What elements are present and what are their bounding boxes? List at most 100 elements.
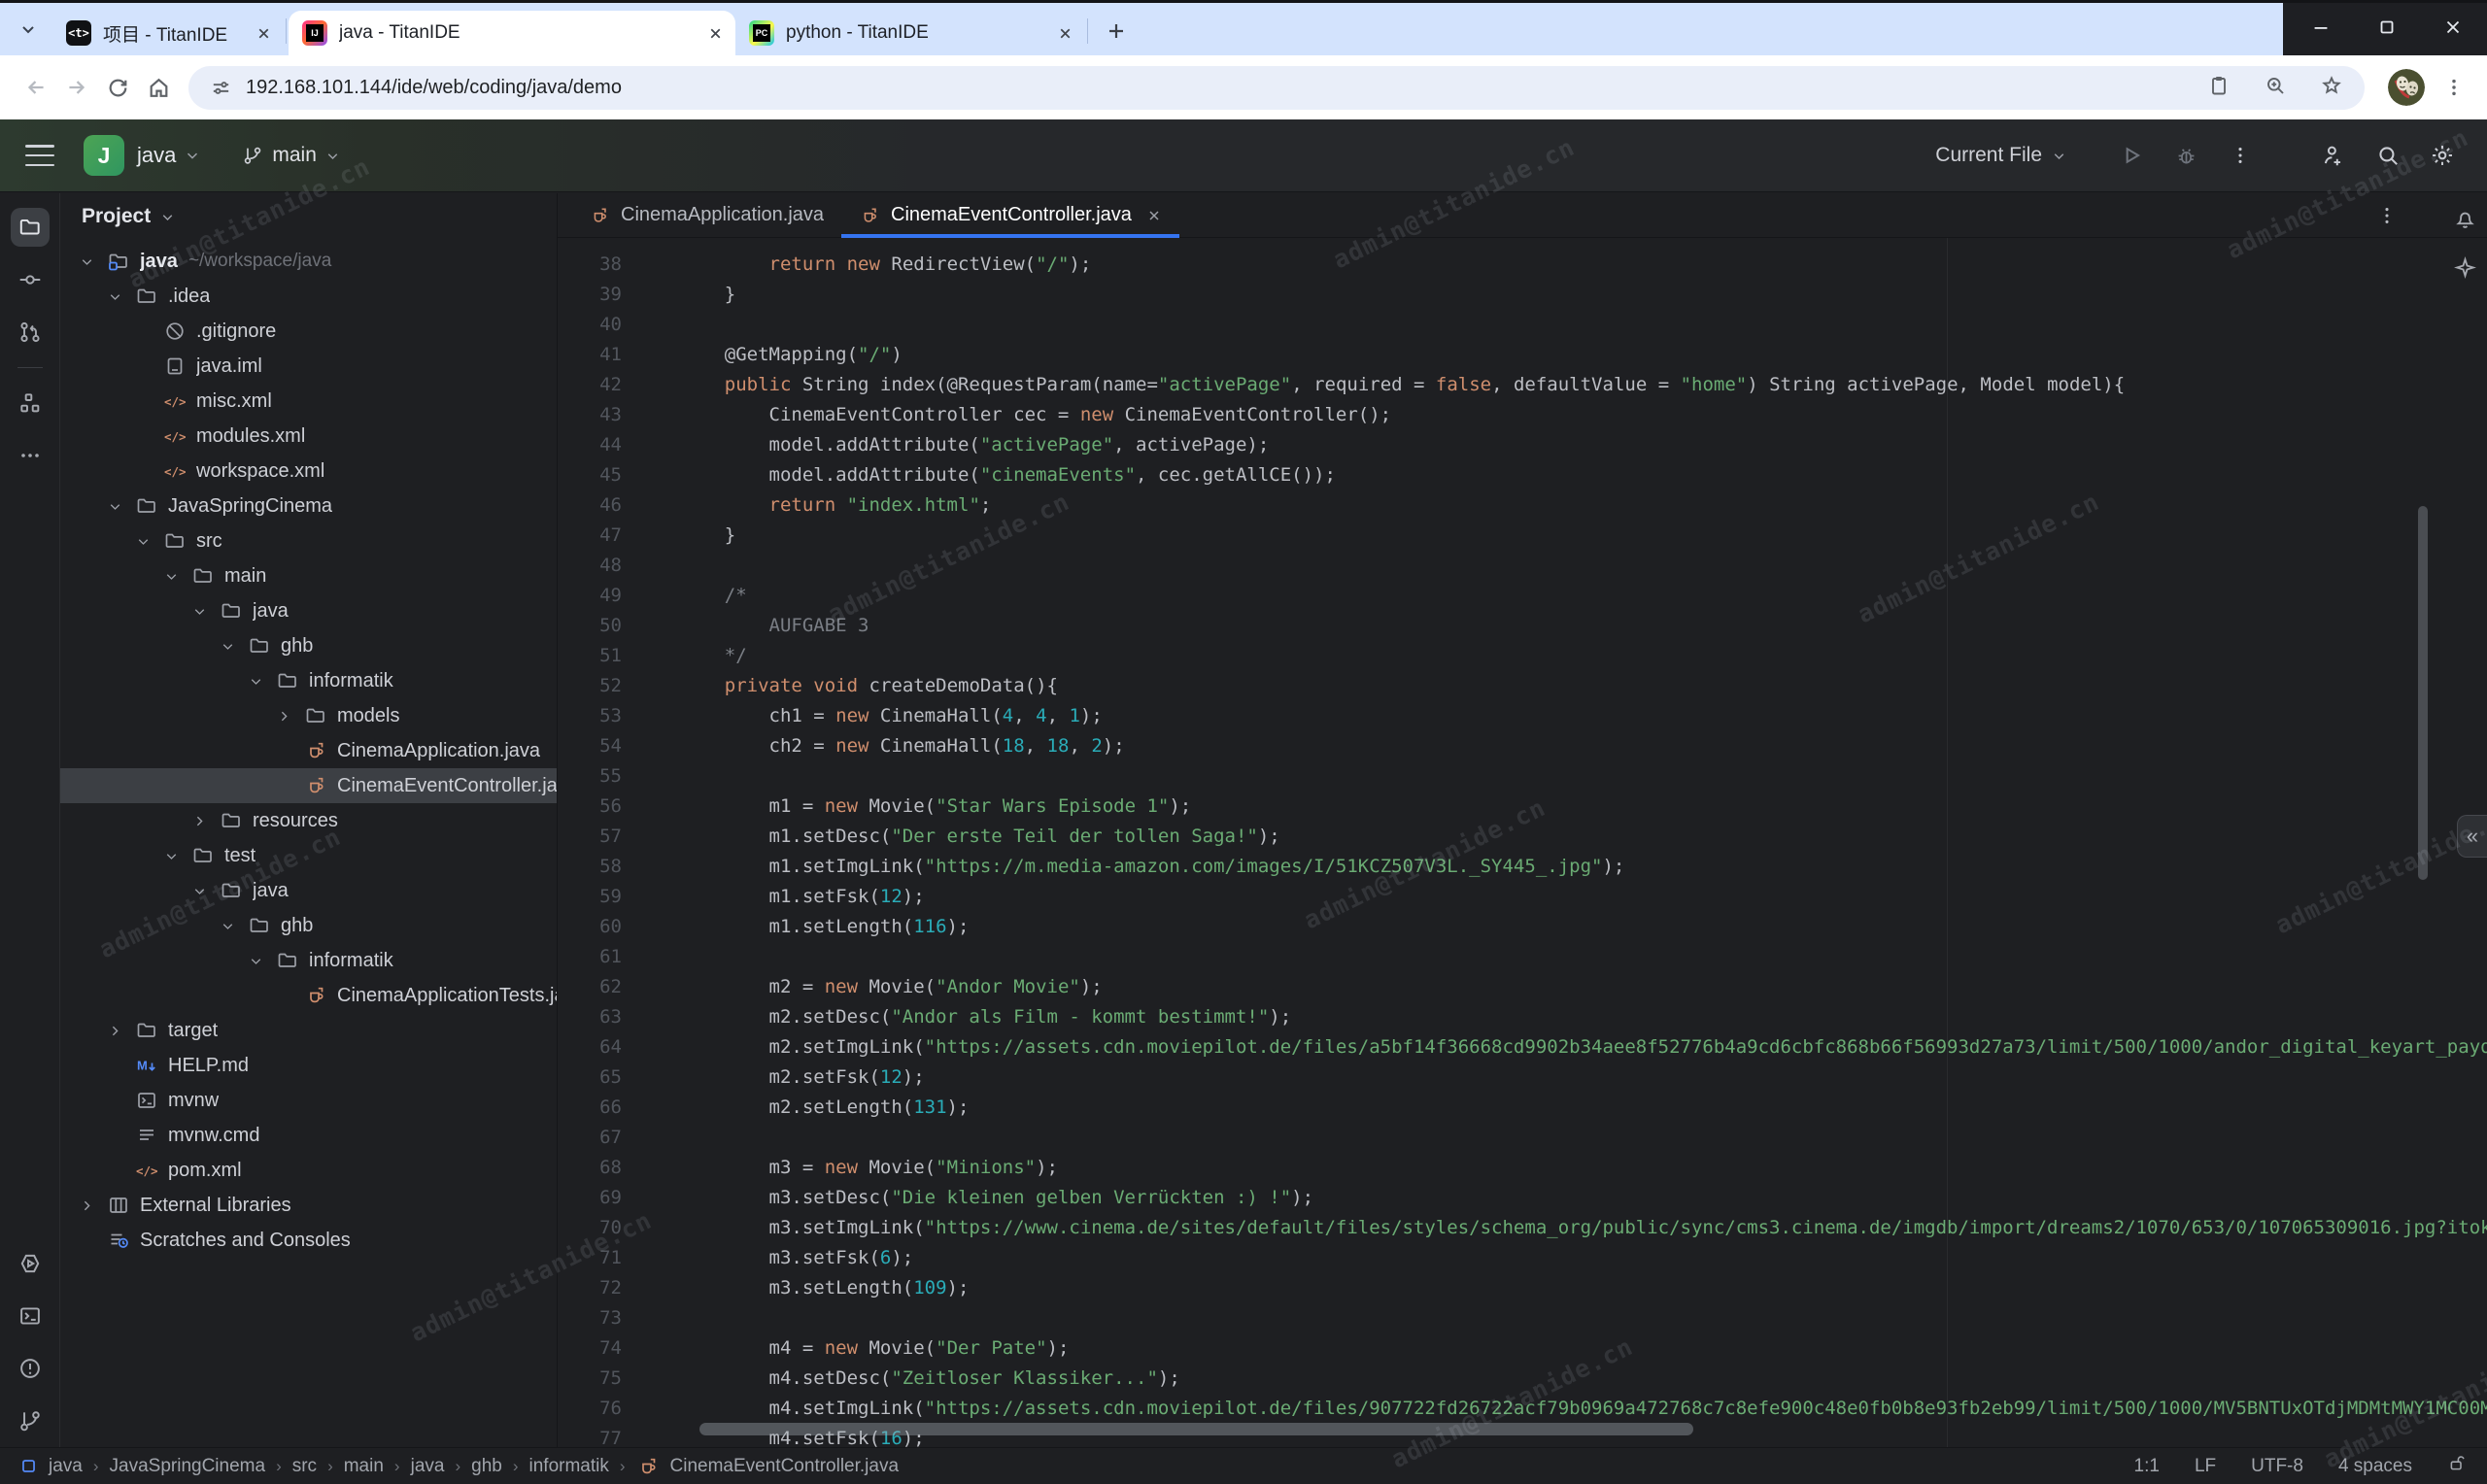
- code-line-41[interactable]: 41 @GetMapping("/"): [558, 340, 2487, 370]
- line-number[interactable]: 63: [558, 1002, 622, 1032]
- line-number[interactable]: 66: [558, 1093, 622, 1123]
- url-text[interactable]: 192.168.101.144/ide/web/coding/java/demo: [246, 77, 622, 99]
- lock-open-icon[interactable]: [2447, 1453, 2468, 1479]
- file-encoding[interactable]: UTF-8: [2251, 1456, 2303, 1477]
- line-number[interactable]: 38: [558, 250, 622, 280]
- tab-close-icon[interactable]: [707, 25, 724, 42]
- chevron-down-icon[interactable]: [184, 147, 201, 164]
- line-number[interactable]: 53: [558, 701, 622, 731]
- line-number[interactable]: 43: [558, 400, 622, 430]
- tree-item-test[interactable]: test: [60, 838, 557, 873]
- chevron-down-icon[interactable]: [74, 249, 99, 274]
- code-line-72[interactable]: 72 m3.setLength(109);: [558, 1273, 2487, 1303]
- tree-item-pom-xml[interactable]: </>pom.xml: [60, 1153, 557, 1188]
- tree-item-models[interactable]: models: [60, 698, 557, 733]
- code-line-38[interactable]: 38 return new RedirectView("/");: [558, 250, 2487, 280]
- code-line-50[interactable]: 50 AUFGABE 3: [558, 611, 2487, 641]
- code-line-61[interactable]: 61: [558, 942, 2487, 972]
- line-number[interactable]: 62: [558, 972, 622, 1002]
- line-number[interactable]: 44: [558, 430, 622, 460]
- line-number[interactable]: 39: [558, 280, 622, 310]
- code-line-73[interactable]: 73: [558, 1303, 2487, 1333]
- breadcrumb-item[interactable]: main: [344, 1456, 384, 1477]
- chevron-right-icon[interactable]: [271, 703, 296, 728]
- indent-style[interactable]: 4 spaces: [2338, 1456, 2412, 1477]
- tree-item-java[interactable]: java: [60, 873, 557, 908]
- code-line-66[interactable]: 66 m2.setLength(131);: [558, 1093, 2487, 1123]
- line-number[interactable]: 40: [558, 310, 622, 340]
- clipboard-icon[interactable]: [2207, 74, 2231, 102]
- run-button[interactable]: [2112, 136, 2151, 175]
- code-line-57[interactable]: 57 m1.setDesc("Der erste Teil der tollen…: [558, 822, 2487, 852]
- code-line-63[interactable]: 63 m2.setDesc("Andor als Film - kommt be…: [558, 1002, 2487, 1032]
- tree-item-target[interactable]: target: [60, 1013, 557, 1048]
- chevron-down-icon[interactable]: [158, 843, 184, 868]
- code-line-76[interactable]: 76 m4.setImgLink("https://assets.cdn.mov…: [558, 1394, 2487, 1424]
- chevron-down-icon[interactable]: [243, 668, 268, 693]
- version-control-tool-button[interactable]: [11, 1401, 50, 1440]
- line-number[interactable]: 60: [558, 912, 622, 942]
- chevron-down-icon[interactable]: [187, 598, 212, 624]
- line-number[interactable]: 49: [558, 581, 622, 611]
- editor-tab-options-icon[interactable]: [2376, 193, 2398, 237]
- commit-tool-button[interactable]: [11, 260, 50, 299]
- breadcrumb-item[interactable]: java: [411, 1456, 445, 1477]
- breadcrumb-item[interactable]: java: [49, 1456, 83, 1477]
- line-number[interactable]: 41: [558, 340, 622, 370]
- reload-button[interactable]: [97, 67, 138, 108]
- back-button[interactable]: [16, 67, 56, 108]
- browser-tab-java[interactable]: IJ java - TitanIDE: [289, 11, 735, 55]
- code-line-74[interactable]: 74 m4 = new Movie("Der Pate");: [558, 1333, 2487, 1364]
- search-everywhere-button[interactable]: [2368, 136, 2407, 175]
- code-line-51[interactable]: 51 */: [558, 641, 2487, 671]
- code-line-65[interactable]: 65 m2.setFsk(12);: [558, 1062, 2487, 1093]
- new-tab-button[interactable]: [1100, 15, 1133, 48]
- project-tool-button[interactable]: [11, 208, 50, 247]
- code-line-55[interactable]: 55: [558, 761, 2487, 792]
- tree-item-main[interactable]: main: [60, 558, 557, 593]
- vcs-branch-widget[interactable]: main: [242, 144, 341, 167]
- settings-button[interactable]: [2423, 136, 2462, 175]
- line-number[interactable]: 73: [558, 1303, 622, 1333]
- tree-item-informatik[interactable]: informatik: [60, 943, 557, 978]
- code-line-53[interactable]: 53 ch1 = new CinemaHall(4, 4, 1);: [558, 701, 2487, 731]
- tab-close-icon[interactable]: [256, 25, 272, 42]
- code-line-39[interactable]: 39 }: [558, 280, 2487, 310]
- expand-tool-window-button[interactable]: «: [2457, 815, 2487, 858]
- line-number[interactable]: 47: [558, 521, 622, 551]
- problems-tool-button[interactable]: [11, 1349, 50, 1388]
- more-actions-icon[interactable]: [2221, 136, 2260, 175]
- line-number[interactable]: 54: [558, 731, 622, 761]
- line-number[interactable]: 42: [558, 370, 622, 400]
- line-number[interactable]: 65: [558, 1062, 622, 1093]
- chevron-down-icon[interactable]: [243, 948, 268, 973]
- bookmark-star-icon[interactable]: [2320, 74, 2343, 102]
- code-line-42[interactable]: 42 public String index(@RequestParam(nam…: [558, 370, 2487, 400]
- project-avatar[interactable]: J: [84, 135, 124, 176]
- tree-item--idea[interactable]: .idea: [60, 279, 557, 314]
- code-line-71[interactable]: 71 m3.setFsk(6);: [558, 1243, 2487, 1273]
- tree-item-ghb[interactable]: ghb: [60, 908, 557, 943]
- line-number[interactable]: 59: [558, 882, 622, 912]
- zoom-in-icon[interactable]: [2264, 74, 2287, 102]
- editor-tab-cinemaeventcontroller[interactable]: CinemaEventController.java: [841, 193, 1179, 237]
- code-line-45[interactable]: 45 model.addAttribute("cinemaEvents", ce…: [558, 460, 2487, 490]
- home-button[interactable]: [138, 67, 179, 108]
- code-line-49[interactable]: 49 /*: [558, 581, 2487, 611]
- code-line-67[interactable]: 67: [558, 1123, 2487, 1153]
- vertical-scrollbar[interactable]: [2418, 506, 2428, 880]
- window-minimize-button[interactable]: [2310, 17, 2332, 43]
- project-panel-header[interactable]: Project: [60, 193, 557, 240]
- code-line-70[interactable]: 70 m3.setImgLink("https://www.cinema.de/…: [558, 1213, 2487, 1243]
- line-number[interactable]: 64: [558, 1032, 622, 1062]
- code-line-68[interactable]: 68 m3 = new Movie("Minions");: [558, 1153, 2487, 1183]
- line-number[interactable]: 45: [558, 460, 622, 490]
- code-line-60[interactable]: 60 m1.setLength(116);: [558, 912, 2487, 942]
- browser-tab-project[interactable]: <t> 项目 - TitanIDE: [52, 11, 284, 55]
- browser-tab-python[interactable]: PC python - TitanIDE: [735, 11, 1085, 55]
- tree-item--gitignore[interactable]: .gitignore: [60, 314, 557, 349]
- tab-search-button[interactable]: [12, 13, 45, 46]
- tree-item-informatik[interactable]: informatik: [60, 663, 557, 698]
- line-number[interactable]: 71: [558, 1243, 622, 1273]
- tree-item-src[interactable]: src: [60, 523, 557, 558]
